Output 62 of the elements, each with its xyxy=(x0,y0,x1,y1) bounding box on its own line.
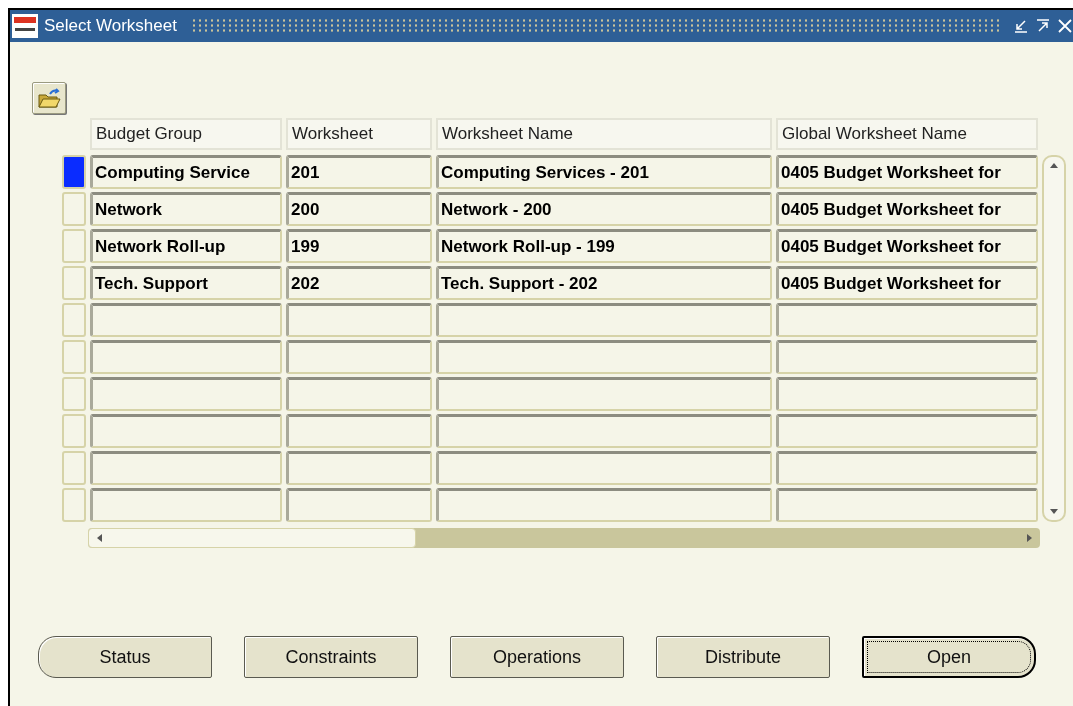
app-logo-icon xyxy=(12,14,38,38)
table-cell[interactable]: Network - 200 xyxy=(436,192,772,226)
table-cell[interactable]: Computing Service xyxy=(90,155,282,189)
dialog-button[interactable]: Constraints xyxy=(244,636,418,678)
table-cell[interactable] xyxy=(436,340,772,374)
close-icon[interactable] xyxy=(1057,18,1073,34)
column-header: Worksheet xyxy=(286,118,432,150)
column-header: Budget Group xyxy=(90,118,282,150)
table-cell[interactable] xyxy=(436,488,772,522)
table-cell[interactable] xyxy=(776,488,1038,522)
minimize-icon[interactable] xyxy=(1013,18,1029,34)
table-cell[interactable] xyxy=(436,451,772,485)
table-cell[interactable] xyxy=(286,340,432,374)
table-cell[interactable] xyxy=(286,377,432,411)
vertical-scrollbar[interactable] xyxy=(1042,155,1066,522)
scroll-right-icon[interactable] xyxy=(1024,533,1034,543)
dialog-button[interactable]: Distribute xyxy=(656,636,830,678)
window-title: Select Worksheet xyxy=(44,16,177,36)
dialog-button[interactable]: Status xyxy=(38,636,212,678)
table-cell[interactable] xyxy=(776,340,1038,374)
open-folder-button[interactable] xyxy=(32,82,66,114)
maximize-icon[interactable] xyxy=(1035,18,1051,34)
table-cell[interactable]: 0405 Budget Worksheet for xyxy=(776,229,1038,263)
table-cell[interactable]: Tech. Support xyxy=(90,266,282,300)
table-cell[interactable] xyxy=(436,377,772,411)
scroll-down-icon[interactable] xyxy=(1049,506,1059,516)
table-cell[interactable] xyxy=(286,303,432,337)
table-cell[interactable] xyxy=(90,488,282,522)
column-header: Global Worksheet Name xyxy=(776,118,1038,150)
table-cell[interactable] xyxy=(286,488,432,522)
table-cell[interactable] xyxy=(436,414,772,448)
table-cell[interactable]: 202 xyxy=(286,266,432,300)
table-cell[interactable] xyxy=(90,303,282,337)
table-cell[interactable] xyxy=(90,414,282,448)
table-cell[interactable] xyxy=(776,377,1038,411)
table-cell[interactable] xyxy=(776,451,1038,485)
table-cell[interactable] xyxy=(90,451,282,485)
table-cell[interactable]: 199 xyxy=(286,229,432,263)
dialog-button[interactable]: Open xyxy=(862,636,1036,678)
column-header: Worksheet Name xyxy=(436,118,772,150)
table-cell[interactable]: 200 xyxy=(286,192,432,226)
table-cell[interactable] xyxy=(776,414,1038,448)
table-cell[interactable] xyxy=(776,303,1038,337)
table-cell[interactable] xyxy=(286,451,432,485)
table-cell[interactable] xyxy=(436,303,772,337)
dialog-button[interactable]: Operations xyxy=(450,636,624,678)
record-indicator[interactable] xyxy=(62,155,86,189)
table-cell[interactable]: Network xyxy=(90,192,282,226)
table-cell[interactable]: 0405 Budget Worksheet for xyxy=(776,192,1038,226)
table-cell[interactable] xyxy=(286,414,432,448)
horizontal-scrollbar[interactable] xyxy=(88,528,1040,548)
table-cell[interactable]: 201 xyxy=(286,155,432,189)
table-cell[interactable]: Computing Services - 201 xyxy=(436,155,772,189)
table-cell[interactable]: Network Roll-up - 199 xyxy=(436,229,772,263)
table-cell[interactable]: 0405 Budget Worksheet for xyxy=(776,266,1038,300)
table-cell[interactable]: Network Roll-up xyxy=(90,229,282,263)
table-cell[interactable]: 0405 Budget Worksheet for xyxy=(776,155,1038,189)
table-cell[interactable] xyxy=(90,340,282,374)
table-cell[interactable] xyxy=(90,377,282,411)
scroll-left-icon[interactable] xyxy=(95,533,105,543)
table-cell[interactable]: Tech. Support - 202 xyxy=(436,266,772,300)
scroll-up-icon[interactable] xyxy=(1049,161,1059,171)
